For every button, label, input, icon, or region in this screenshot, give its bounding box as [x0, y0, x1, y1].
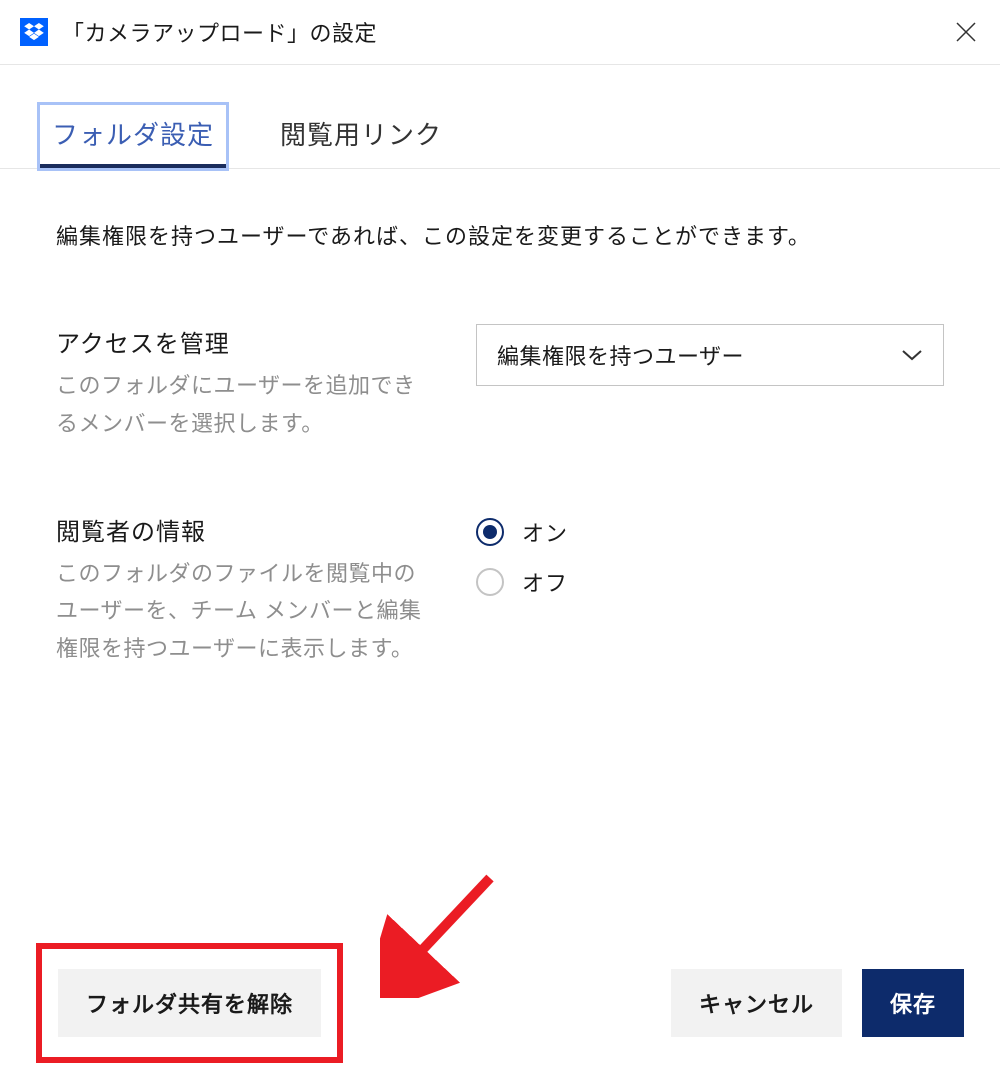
save-button[interactable]: 保存 [862, 969, 964, 1037]
dialog-footer: フォルダ共有を解除 キャンセル 保存 [0, 943, 1000, 1063]
annotation-highlight: フォルダ共有を解除 [36, 943, 343, 1063]
unshare-button[interactable]: フォルダ共有を解除 [58, 969, 321, 1037]
dropbox-logo-icon [20, 18, 48, 46]
viewer-off-label: オフ [522, 566, 568, 598]
content-area: 編集権限を持つユーザーであれば、この設定を変更することができます。 アクセスを管… [0, 169, 1000, 717]
setting-viewer-row: 閲覧者の情報 このフォルダのファイルを閲覧中のユーザーを、チーム メンバーと編集… [56, 512, 944, 667]
viewer-desc: このフォルダのファイルを閲覧中のユーザーを、チーム メンバーと編集権限を持つユー… [56, 555, 436, 667]
setting-access-row: アクセスを管理 このフォルダにユーザーを追加できるメンバーを選択します。 編集権… [56, 324, 944, 442]
radio-icon-checked [476, 518, 504, 546]
access-desc: このフォルダにユーザーを追加できるメンバーを選択します。 [56, 367, 436, 442]
viewer-radio-on[interactable]: オン [476, 516, 944, 548]
viewer-on-label: オン [522, 516, 568, 548]
viewer-radio-group: オン オフ [476, 512, 944, 598]
cancel-button[interactable]: キャンセル [671, 969, 842, 1037]
tab-view-link[interactable]: 閲覧用リンク [268, 105, 454, 168]
dialog-title: 「カメラアップロード」の設定 [62, 16, 377, 48]
close-icon[interactable] [952, 18, 980, 46]
viewer-radio-off[interactable]: オフ [476, 566, 944, 598]
viewer-title: 閲覧者の情報 [56, 512, 436, 547]
radio-icon-unchecked [476, 568, 504, 596]
access-title: アクセスを管理 [56, 324, 436, 359]
info-text: 編集権限を持つユーザーであれば、この設定を変更することができます。 [56, 219, 944, 254]
chevron-down-icon [901, 349, 923, 361]
access-select-value: 編集権限を持つユーザー [497, 339, 744, 371]
tab-folder-settings[interactable]: フォルダ設定 [40, 105, 226, 168]
dialog-header: 「カメラアップロード」の設定 [0, 0, 1000, 65]
tab-bar: フォルダ設定 閲覧用リンク [0, 65, 1000, 169]
access-select[interactable]: 編集権限を持つユーザー [476, 324, 944, 386]
